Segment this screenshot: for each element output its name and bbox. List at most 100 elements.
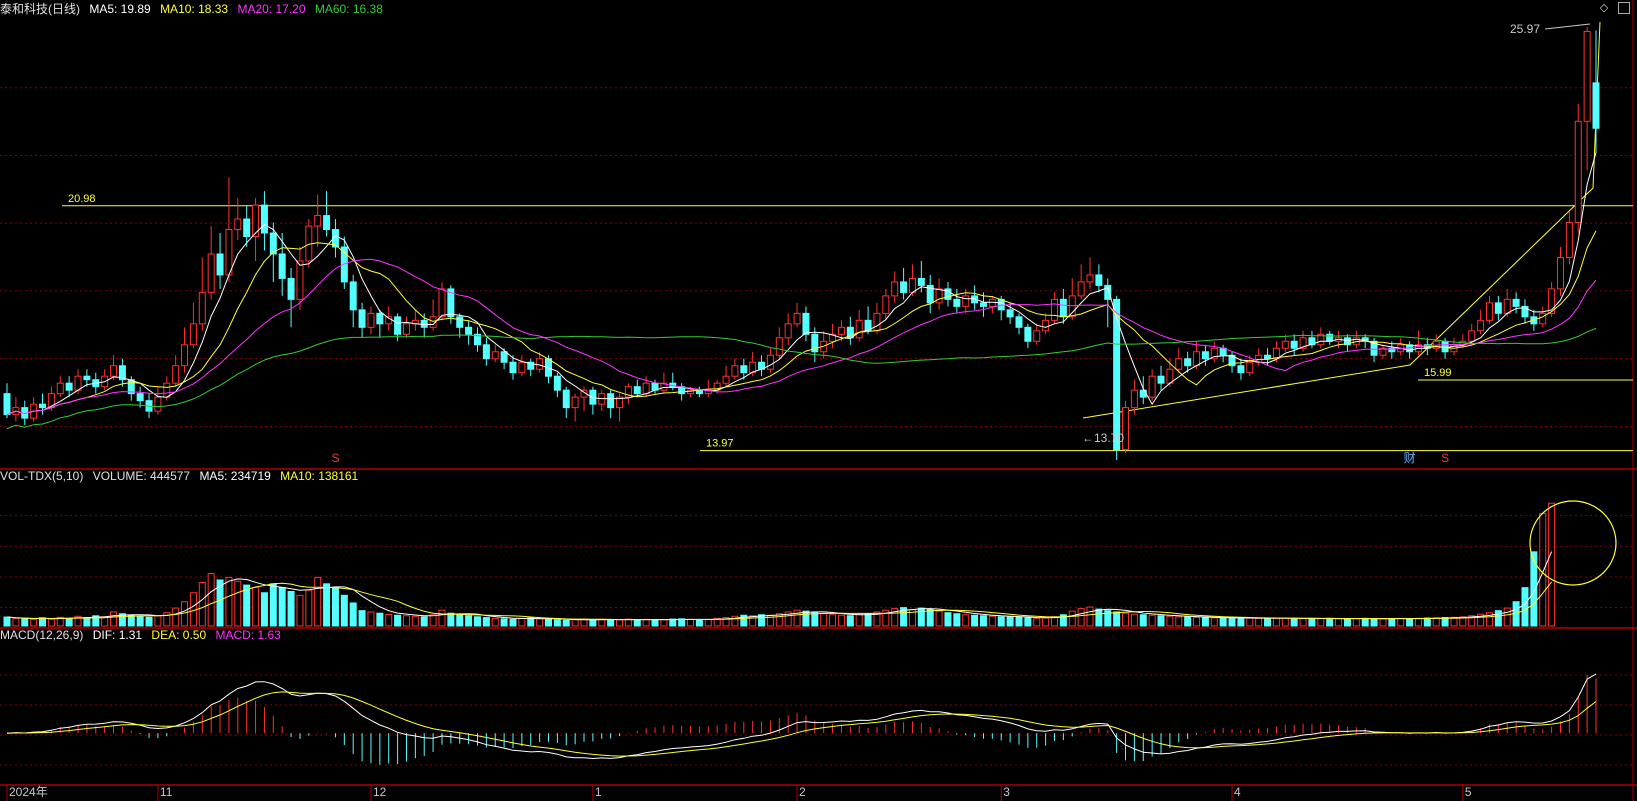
candle-body <box>172 365 180 384</box>
volume-bar <box>65 617 73 627</box>
volume-bar <box>1548 502 1556 627</box>
volume-bar <box>1219 617 1227 627</box>
volume-bar <box>1406 618 1414 627</box>
volume-bar <box>518 617 526 627</box>
price-level-label: 20.98 <box>68 193 96 205</box>
candle-body <box>189 323 197 346</box>
candle-body <box>1175 358 1183 370</box>
candle-body <box>935 288 943 304</box>
candle-body <box>1237 365 1245 374</box>
volume-bar <box>1255 617 1263 627</box>
candle-body <box>1068 295 1076 318</box>
candle-body <box>234 218 242 231</box>
candle-body <box>1042 319 1050 332</box>
candle-body <box>1326 333 1334 342</box>
candle-body <box>1050 298 1058 321</box>
candle-body <box>1059 298 1067 318</box>
candle-body <box>438 288 446 318</box>
ma60-label: MA60: 16.38 <box>314 2 383 16</box>
volume-bar <box>988 615 996 627</box>
volume-bar <box>1050 616 1058 627</box>
volume-bar <box>181 601 189 627</box>
candle-body <box>296 260 304 300</box>
candle-body <box>216 253 224 276</box>
volume-bar <box>420 616 428 627</box>
candle-body <box>225 229 233 276</box>
candle-body <box>260 204 268 234</box>
volume-bar <box>997 616 1005 627</box>
candle-body <box>518 361 526 374</box>
candle-body <box>465 326 473 335</box>
volume-bar <box>145 616 153 627</box>
candle-body <box>1139 389 1147 398</box>
volume-bar <box>553 619 561 627</box>
volume-bar <box>47 618 55 627</box>
x-axis-label: 4 <box>1234 785 1241 799</box>
vol-value-label: VOLUME: 444577 <box>92 469 191 483</box>
stock-title: 泰和科技(日线) <box>0 2 80 16</box>
volume-bar <box>1042 617 1050 627</box>
volume-bar <box>1361 617 1369 627</box>
volume-bar <box>252 587 260 627</box>
volume-bar <box>962 614 970 627</box>
candle-body <box>1485 302 1493 321</box>
volume-bar <box>979 615 987 627</box>
volume-bar <box>473 616 481 627</box>
volume-bar <box>83 617 91 627</box>
candle-body <box>1033 330 1041 342</box>
candle-body <box>65 382 73 391</box>
dea-label: DEA: 0.50 <box>151 628 207 642</box>
volume-bar <box>917 607 925 627</box>
volume-bar <box>491 617 499 627</box>
macd-value-label: MACD: 1.63 <box>215 628 281 642</box>
candle-body <box>917 277 925 286</box>
volume-bar <box>1414 617 1422 627</box>
candle-body <box>837 326 845 335</box>
candle-body <box>642 382 650 395</box>
candle-body <box>1574 120 1582 224</box>
volume-bar <box>527 617 535 627</box>
candle-body <box>633 386 641 395</box>
volume-bar <box>358 610 366 627</box>
ma20-label: MA20: 17.20 <box>237 2 306 16</box>
candle-body <box>3 393 11 416</box>
candle-body <box>802 312 810 335</box>
candle-body <box>1441 340 1449 353</box>
volume-bar <box>1184 616 1192 627</box>
volume-bar <box>1024 617 1032 627</box>
candle-body <box>979 302 987 307</box>
volume-bar <box>1272 617 1280 627</box>
volume-bar <box>394 614 402 627</box>
volume-bar <box>1122 612 1130 627</box>
volume-bar <box>260 592 268 627</box>
window-toggle-icon[interactable] <box>1618 2 1630 14</box>
volume-bar <box>1015 616 1023 627</box>
volume-bar <box>1539 512 1547 627</box>
volume-bar <box>1201 617 1209 627</box>
volume-bar <box>411 615 419 627</box>
candle-body <box>376 312 384 325</box>
candle-body <box>358 309 366 328</box>
candle-body <box>562 389 570 409</box>
volume-bar <box>331 587 339 627</box>
candle-body <box>420 319 428 328</box>
volume-bar <box>39 617 47 627</box>
diamond-icon[interactable]: ◇ <box>1598 2 1610 14</box>
volume-bar <box>571 619 579 627</box>
volume-bar <box>1166 615 1174 627</box>
volume-bar <box>1397 617 1405 627</box>
candle-body <box>1148 375 1156 398</box>
volume-bar <box>1175 616 1183 627</box>
candle-body <box>891 281 899 297</box>
volume-bar <box>598 618 606 627</box>
volume-bar <box>1379 618 1387 627</box>
volume-bar <box>172 607 180 627</box>
candle-body <box>1077 281 1085 297</box>
volume-bar <box>589 619 597 627</box>
volume-bar <box>749 615 757 627</box>
volume-bar <box>1317 618 1325 627</box>
candle-body <box>1565 222 1573 258</box>
volume-bar <box>1503 607 1511 627</box>
volume-bar <box>1352 618 1360 627</box>
candle-body <box>1113 298 1121 451</box>
